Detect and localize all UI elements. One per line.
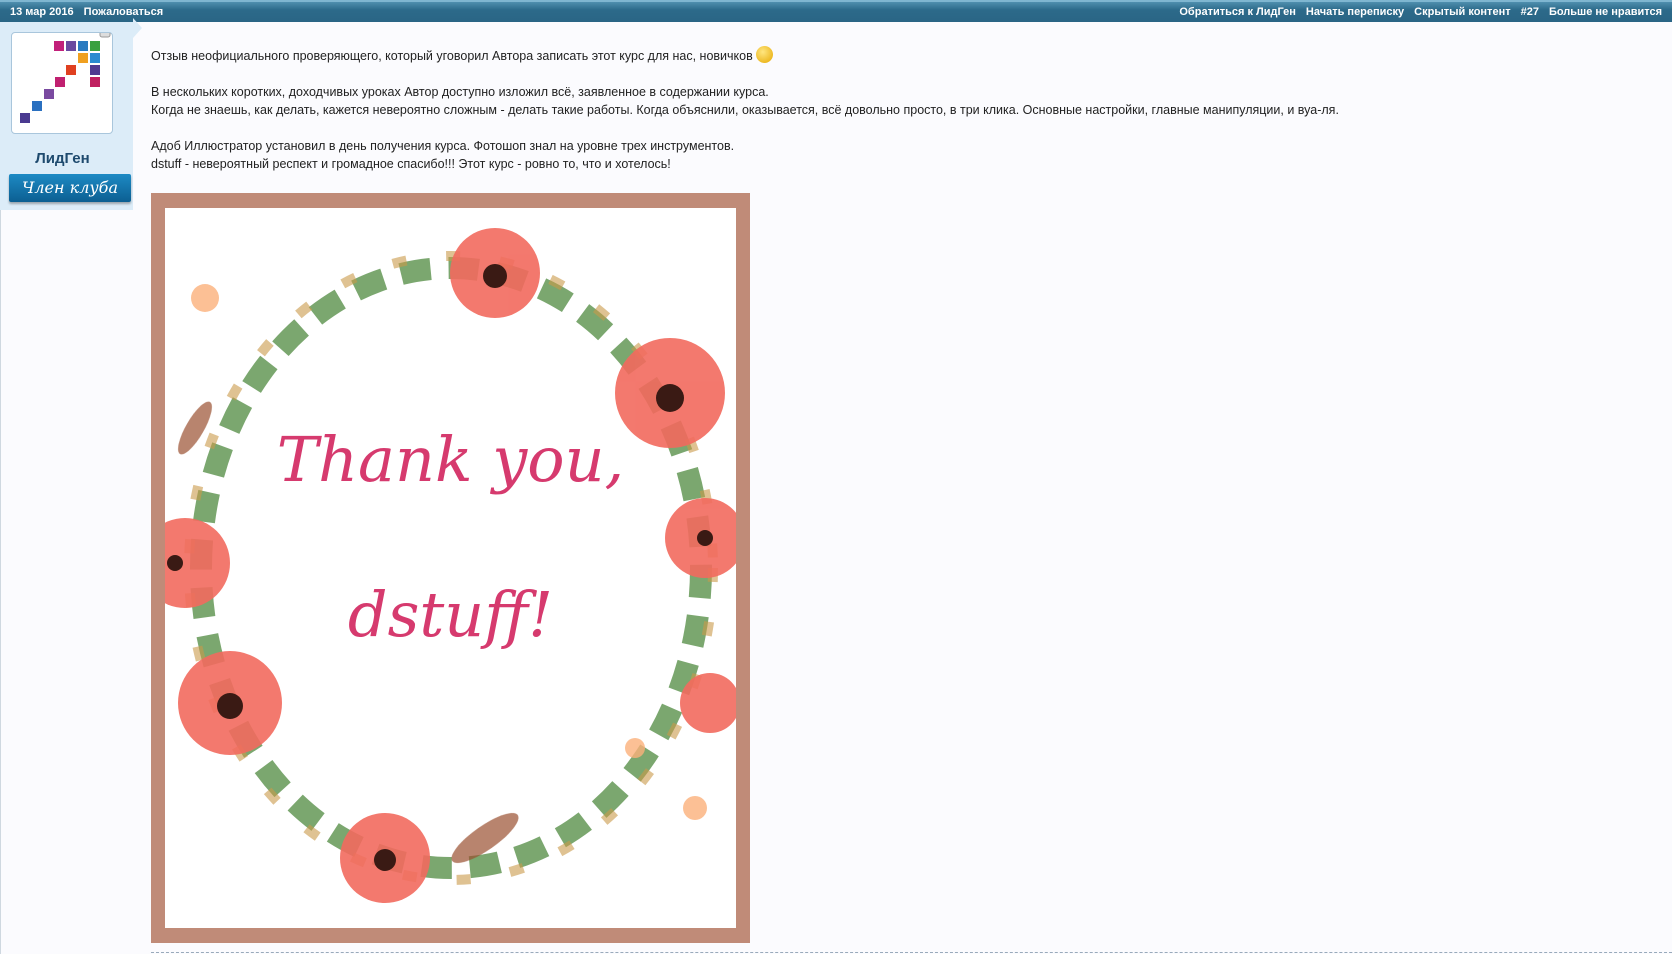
- post-number-link[interactable]: #27: [1521, 6, 1539, 18]
- post-line: Адоб Иллюстратор установил в день получе…: [151, 139, 735, 154]
- divider: [0, 210, 1, 954]
- report-link[interactable]: Пожаловаться: [84, 6, 164, 18]
- author-sidebar: ЛидГен Член клуба: [0, 22, 133, 210]
- member-badge: Член клуба: [9, 174, 131, 202]
- thank-you-card: Thank you, dstuff!: [140, 208, 745, 928]
- avatar[interactable]: [11, 26, 113, 134]
- hidden-content-link[interactable]: Скрытый контент: [1414, 6, 1510, 18]
- thank-you-image[interactable]: Thank you, dstuff!: [140, 193, 750, 943]
- post-line: В нескольких коротких, доходчивых уроках…: [151, 85, 769, 100]
- wink-smiley-icon: [756, 46, 774, 64]
- post-separator: [151, 952, 1672, 953]
- post-line: Отзыв неофициального проверяющего, котор…: [151, 46, 1339, 65]
- post-body: Отзыв неофициального проверяющего, котор…: [151, 46, 1339, 173]
- post-header-bar: 13 мар 2016 Пожаловаться Обратиться к Ли…: [0, 0, 1672, 22]
- author-name[interactable]: ЛидГен: [0, 150, 125, 167]
- floral-wreath-icon: [140, 228, 745, 903]
- sidebar-pointer: [133, 18, 142, 38]
- post-date[interactable]: 13 мар 2016: [10, 6, 74, 18]
- post-line: dstuff - невероятный респект и громадное…: [151, 157, 671, 172]
- unlike-link[interactable]: Больше не нравится: [1549, 6, 1662, 18]
- contact-link[interactable]: Обратиться к ЛидГен: [1179, 6, 1296, 18]
- post-line: Когда не знаешь, как делать, кажется нев…: [151, 103, 1339, 118]
- start-conversation-link[interactable]: Начать переписку: [1306, 6, 1404, 18]
- dstuff-text: dstuff!: [347, 578, 554, 651]
- avatar-logo-icon: [20, 26, 111, 123]
- thank-you-text: Thank you,: [276, 423, 625, 496]
